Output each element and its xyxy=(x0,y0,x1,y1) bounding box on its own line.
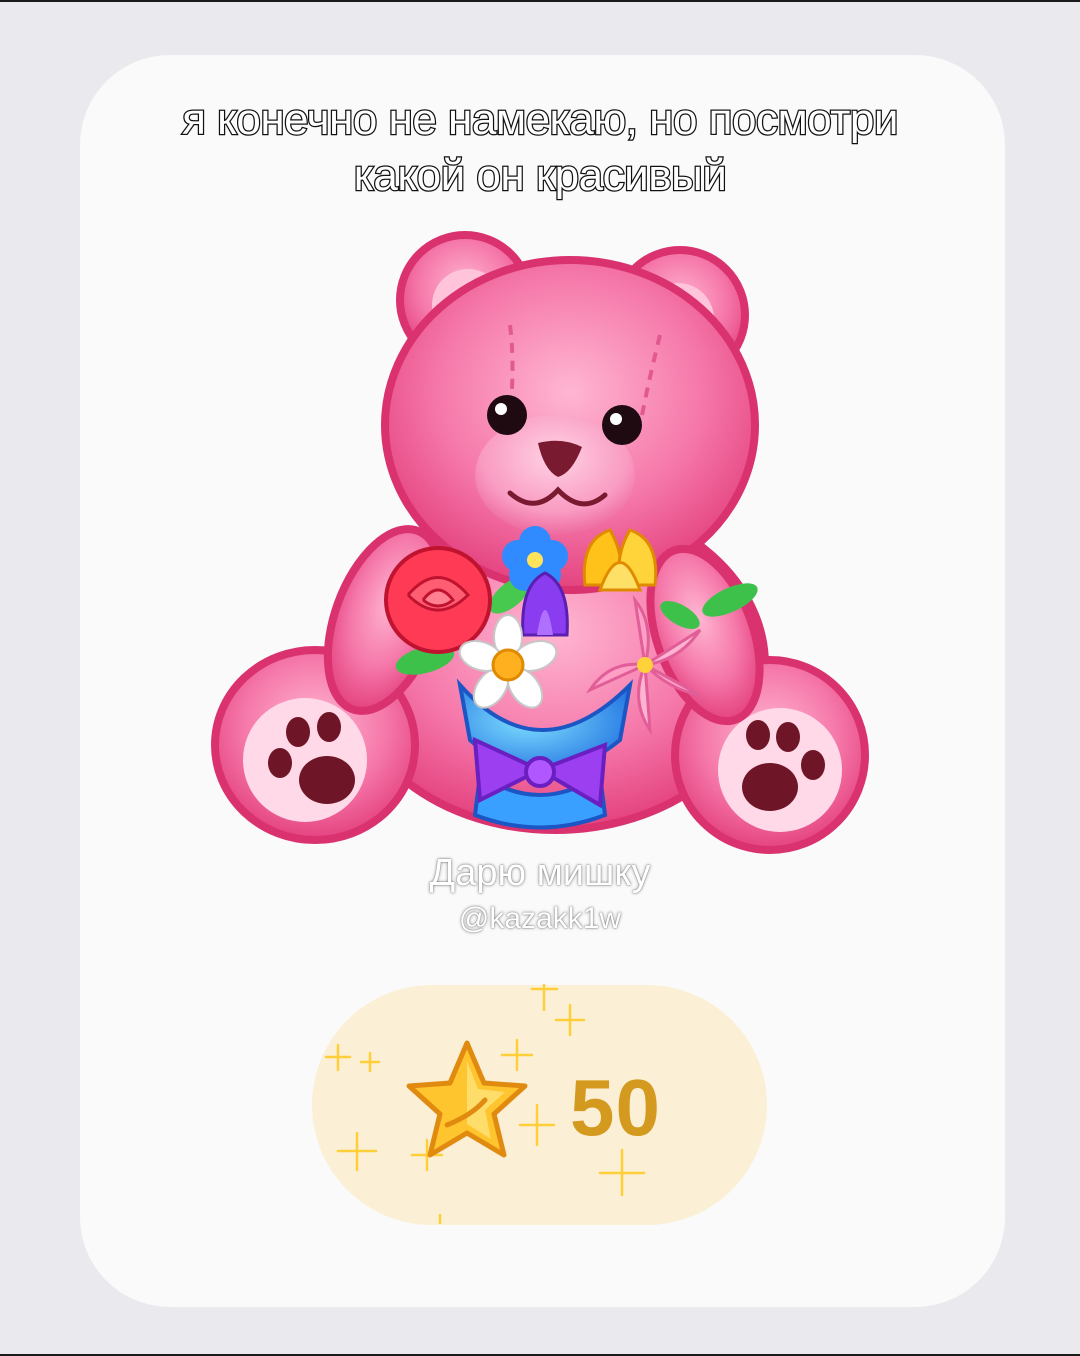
price-sparkles xyxy=(324,983,646,1225)
teddy-bear-icon[interactable] xyxy=(210,215,870,855)
caption-line-1: я конечно не намекаю, но посмотри xyxy=(181,94,900,146)
bear-head xyxy=(381,256,759,594)
price-value: 50 xyxy=(570,1063,661,1152)
gift-username: @kazakk1w xyxy=(458,902,622,935)
meme-caption: я конечно не намекаю, но посмотри какой … xyxy=(0,92,1080,204)
caption-line-2: какой он красивый xyxy=(352,150,728,202)
top-border xyxy=(0,0,1080,2)
star-icon xyxy=(406,1040,528,1158)
gift-title: Дарю мишку xyxy=(429,852,651,894)
